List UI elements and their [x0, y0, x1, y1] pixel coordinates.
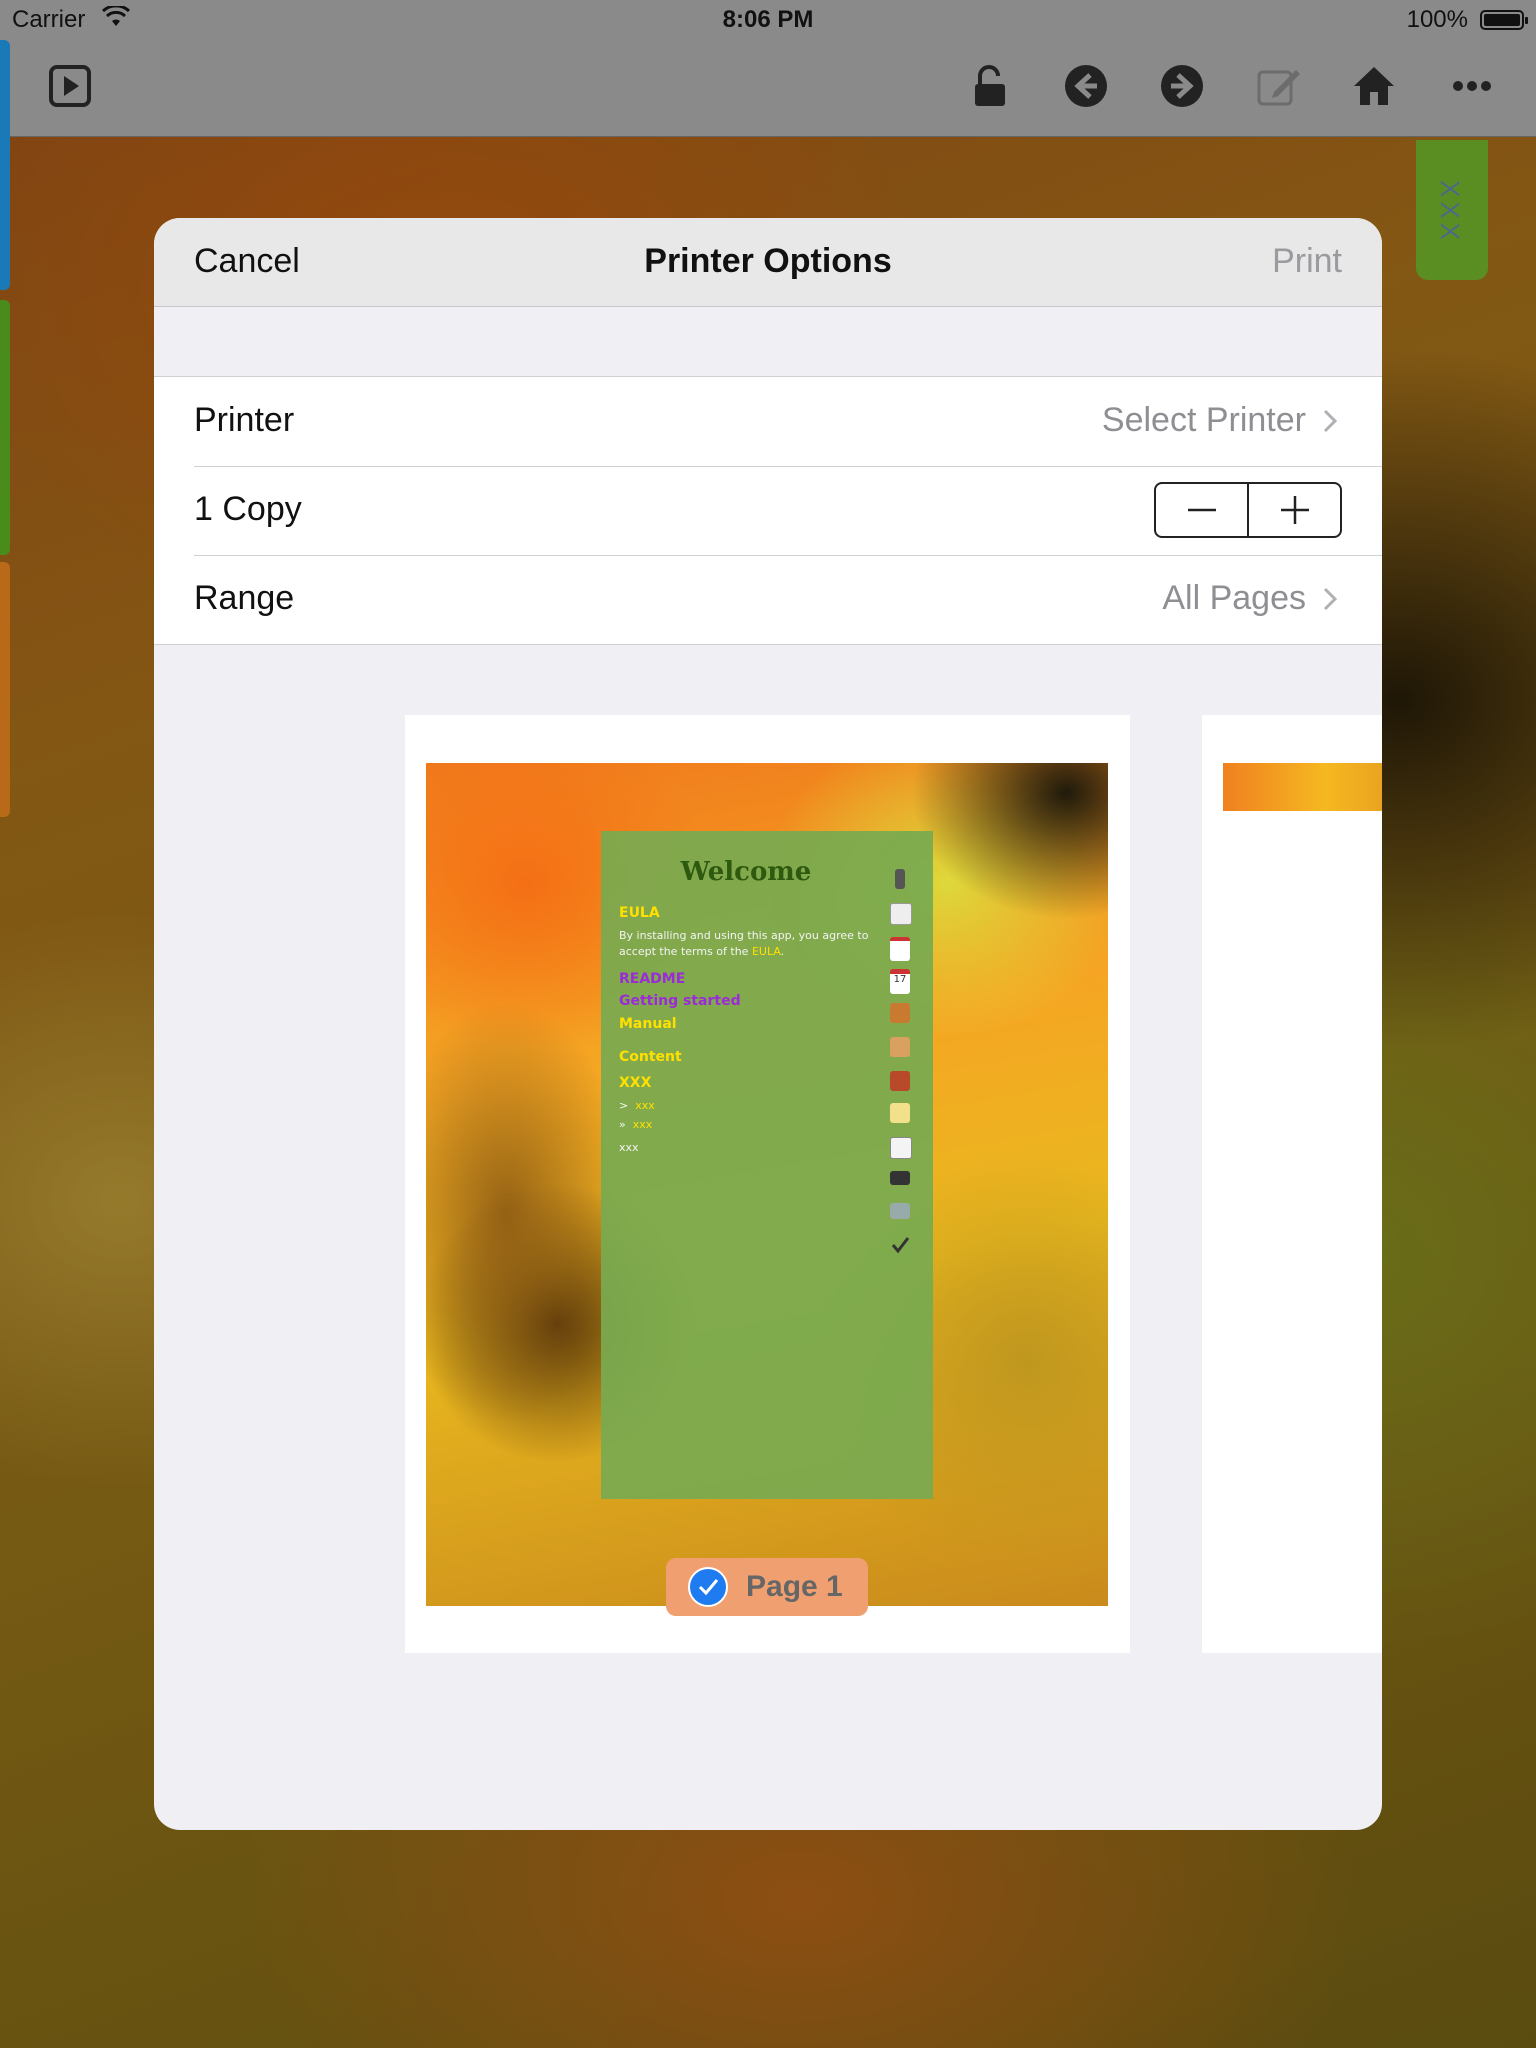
- plus-icon: [1280, 496, 1309, 524]
- right-side-tab[interactable]: XXX: [1416, 140, 1488, 280]
- palette-icon: [890, 1003, 910, 1023]
- edit-page-icon: [890, 1137, 912, 1159]
- printer-value: Select Printer: [1101, 401, 1306, 439]
- selected-check-icon: [688, 1567, 728, 1607]
- house-icon: [890, 1071, 910, 1091]
- dialog-title: Printer Options: [644, 242, 892, 280]
- printer-label: Printer: [194, 401, 295, 439]
- minus-icon: [1187, 508, 1216, 512]
- side-tab-orange[interactable]: [0, 562, 10, 817]
- cart-icon: [890, 1203, 910, 1219]
- readme-link[interactable]: README: [619, 971, 685, 987]
- options-table: Printer Select Printer 1 Copy Range All …: [154, 376, 1382, 645]
- page-preview-2[interactable]: [1202, 715, 1382, 1653]
- plain-item: xxx: [619, 1141, 639, 1154]
- dialog-nav-bar: Cancel Printer Options Print: [154, 218, 1382, 307]
- more-icon[interactable]: [1450, 64, 1494, 108]
- checkmark-icon: [890, 1235, 910, 1255]
- range-label: Range: [194, 579, 295, 617]
- document-icon: [890, 903, 912, 925]
- copies-row: 1 Copy: [154, 466, 1382, 555]
- eula-title: EULA: [619, 905, 660, 921]
- microphone-icon: [895, 869, 905, 889]
- back-arrow-icon[interactable]: [1064, 64, 1108, 108]
- home-icon[interactable]: [1352, 64, 1396, 108]
- copies-label: 1 Copy: [194, 490, 302, 528]
- welcome-panel: Welcome EULA By installing and using thi…: [601, 831, 933, 1499]
- notepad-icon: [890, 1103, 910, 1123]
- clock: 8:06 PM: [722, 6, 814, 33]
- side-tab-green[interactable]: [0, 300, 10, 555]
- eula-text-line2: accept the terms of the EULA.: [619, 945, 785, 958]
- range-value: All Pages: [1162, 579, 1306, 617]
- side-tab-blue[interactable]: [0, 40, 10, 290]
- print-button[interactable]: Print: [1272, 242, 1342, 281]
- chevron-right-icon: [1323, 587, 1338, 611]
- battery-icon: [1480, 10, 1528, 30]
- welcome-heading: Welcome: [680, 857, 812, 887]
- page-preview[interactable]: Welcome EULA By installing and using thi…: [405, 715, 1130, 1653]
- getting-started-link[interactable]: Getting started: [619, 993, 741, 1009]
- camera-icon: [890, 1171, 910, 1185]
- manual-link[interactable]: Manual: [619, 1016, 677, 1032]
- eula-link[interactable]: EULA: [752, 945, 781, 958]
- note-icon: [890, 937, 910, 961]
- preview-background-image: Welcome EULA By installing and using thi…: [426, 763, 1108, 1606]
- status-bar: Carrier 8:06 PM 100%: [0, 0, 1536, 40]
- page-1-badge[interactable]: Page 1: [666, 1558, 868, 1616]
- copies-stepper[interactable]: [1154, 482, 1342, 538]
- chevron-right-icon: [1323, 409, 1338, 433]
- forward-arrow-icon[interactable]: [1160, 64, 1204, 108]
- play-icon[interactable]: [48, 64, 92, 108]
- range-row[interactable]: Range All Pages: [154, 555, 1382, 644]
- xxx-title: XXX: [619, 1075, 652, 1091]
- right-side-tab-label: XXX: [1435, 180, 1465, 245]
- edit-icon[interactable]: [1256, 64, 1300, 108]
- printer-row[interactable]: Printer Select Printer: [154, 377, 1382, 466]
- page-1-label: Page 1: [746, 1570, 843, 1603]
- battery-percent: 100%: [1406, 6, 1468, 33]
- page-2-thumbnail-strip: [1223, 763, 1382, 811]
- decrement-button[interactable]: [1156, 484, 1247, 536]
- eula-text-line1: By installing and using this app, you ag…: [619, 929, 869, 942]
- sub-item-2[interactable]: » xxx: [619, 1118, 652, 1131]
- content-title: Content: [619, 1049, 682, 1065]
- sub-item-1[interactable]: > xxx: [619, 1099, 655, 1112]
- calendar-icon: 17: [890, 969, 910, 994]
- box-icon: [890, 1037, 910, 1057]
- unlock-icon[interactable]: [968, 64, 1012, 108]
- increment-button[interactable]: [1247, 484, 1340, 536]
